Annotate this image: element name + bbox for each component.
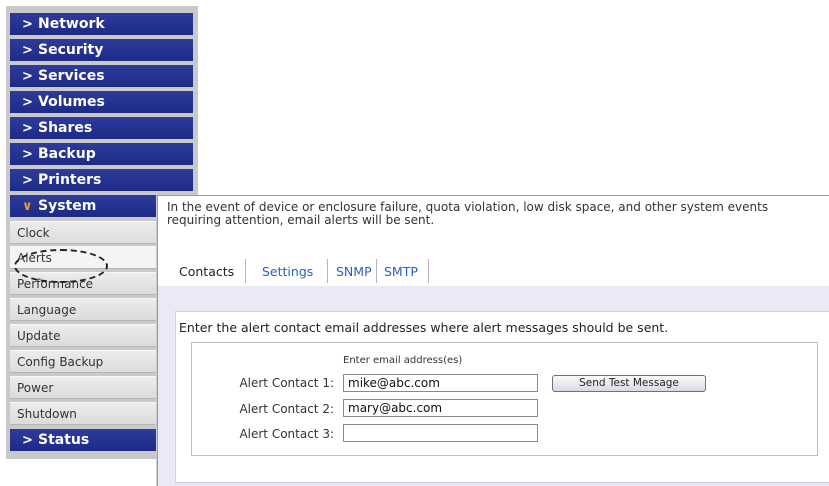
- alert-contact-3-label: Alert Contact 3:: [239, 427, 334, 441]
- nav-label: System: [38, 198, 97, 214]
- alert-contact-1-label: Alert Contact 1:: [239, 376, 334, 390]
- nav-services[interactable]: > Services: [10, 65, 193, 87]
- alert-contact-2-input[interactable]: [343, 399, 538, 417]
- chevron-right-icon: >: [22, 433, 33, 448]
- alert-contact-1-input[interactable]: [343, 374, 538, 392]
- tab-settings[interactable]: Settings: [262, 262, 313, 282]
- nav-sub-label: Clock: [17, 226, 50, 240]
- alert-contact-3-input[interactable]: [343, 424, 538, 442]
- nav-network[interactable]: > Network: [10, 13, 193, 35]
- tab-divider: [245, 259, 246, 283]
- nav-sub-label: Performance: [17, 277, 94, 291]
- nav-label: Shares: [38, 120, 93, 136]
- alerts-panel: In the event of device or enclosure fail…: [157, 195, 829, 486]
- nav-backup[interactable]: > Backup: [10, 143, 193, 165]
- alert-contact-2-label: Alert Contact 2:: [239, 402, 334, 416]
- tab-divider: [428, 259, 429, 283]
- intro-text: In the event of device or enclosure fail…: [158, 196, 829, 252]
- email-caption: Enter email address(es): [343, 355, 463, 366]
- tab-contacts[interactable]: Contacts: [179, 262, 234, 282]
- tab-snmp[interactable]: SNMP: [336, 262, 372, 282]
- send-test-message-button[interactable]: Send Test Message: [552, 375, 706, 392]
- nav-printers[interactable]: > Printers: [10, 169, 193, 191]
- nav-sub-label: Language: [17, 303, 77, 317]
- chevron-right-icon: >: [22, 147, 33, 162]
- nav-sub-label: Config Backup: [17, 355, 104, 369]
- tab-bar: [158, 252, 829, 286]
- nav-label: Security: [38, 42, 104, 58]
- nav-sub-label: Alerts: [17, 251, 52, 265]
- nav-sub-label: Shutdown: [17, 407, 77, 421]
- nav-sub-label: Power: [17, 381, 54, 395]
- tab-divider: [376, 259, 377, 283]
- chevron-right-icon: >: [22, 173, 33, 188]
- nav-label: Printers: [38, 172, 102, 188]
- nav-label: Network: [38, 16, 105, 32]
- tab-smtp[interactable]: SMTP: [384, 262, 418, 282]
- chevron-right-icon: >: [22, 43, 33, 58]
- chevron-right-icon: >: [22, 95, 33, 110]
- chevron-right-icon: >: [22, 69, 33, 84]
- chevron-right-icon: >: [22, 121, 33, 136]
- nav-label: Backup: [38, 146, 96, 162]
- nav-label: Services: [38, 68, 105, 84]
- instruction-text: Enter the alert contact email addresses …: [179, 320, 669, 335]
- nav-volumes[interactable]: > Volumes: [10, 91, 193, 113]
- nav-security[interactable]: > Security: [10, 39, 193, 61]
- nav-label: Volumes: [38, 94, 105, 110]
- chevron-right-icon: >: [22, 17, 33, 32]
- tab-divider: [327, 259, 328, 283]
- nav-label: Status: [38, 432, 90, 448]
- chevron-down-icon: ∨: [22, 199, 33, 214]
- nav-shares[interactable]: > Shares: [10, 117, 193, 139]
- nav-sub-label: Update: [17, 329, 61, 343]
